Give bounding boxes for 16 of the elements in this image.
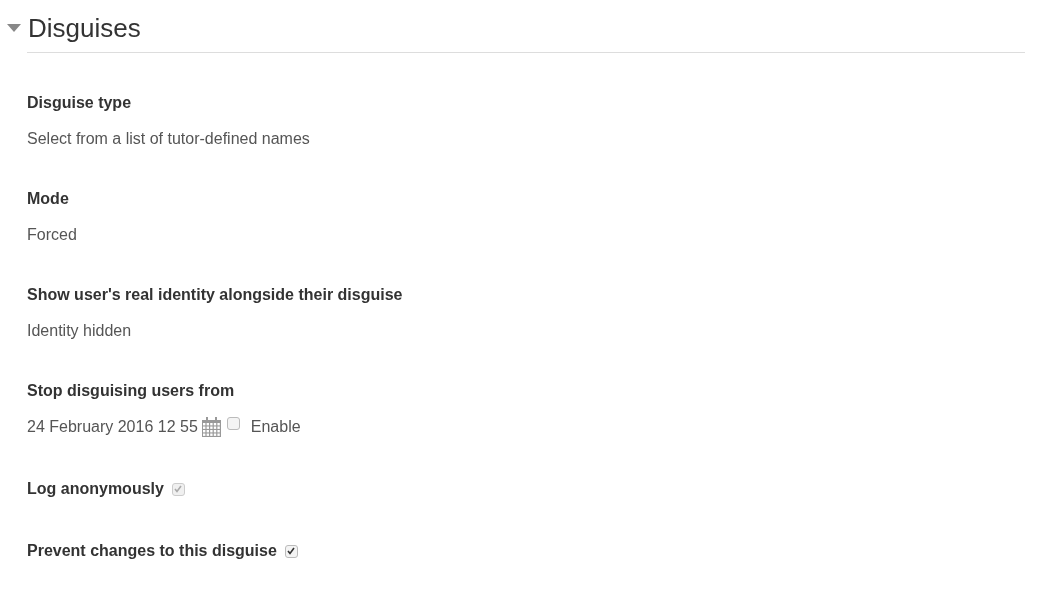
section-title: Disguises	[28, 12, 141, 44]
field-label: Disguise type	[27, 93, 133, 113]
enable-checkbox[interactable]	[226, 417, 240, 430]
calendar-icon[interactable]	[201, 417, 221, 437]
field-label: Log anonymously	[27, 479, 164, 499]
field-label: Prevent changes to this disguise	[27, 541, 277, 561]
checkbox[interactable]	[284, 544, 298, 558]
field-value: Select from a list of tutor-defined names	[27, 129, 311, 149]
field-label: Mode	[27, 189, 70, 209]
enable-label: Enable	[250, 418, 301, 436]
date-value: 24 February 2016 12 55	[27, 417, 198, 437]
field-value: Forced	[27, 225, 78, 245]
field-label: Show user's real identity alongside their disguise	[27, 285, 404, 305]
collapse-caret-icon[interactable]	[7, 24, 21, 32]
field-label: Stop disguising users from	[27, 381, 236, 401]
field-value: Identity hidden	[27, 321, 133, 341]
